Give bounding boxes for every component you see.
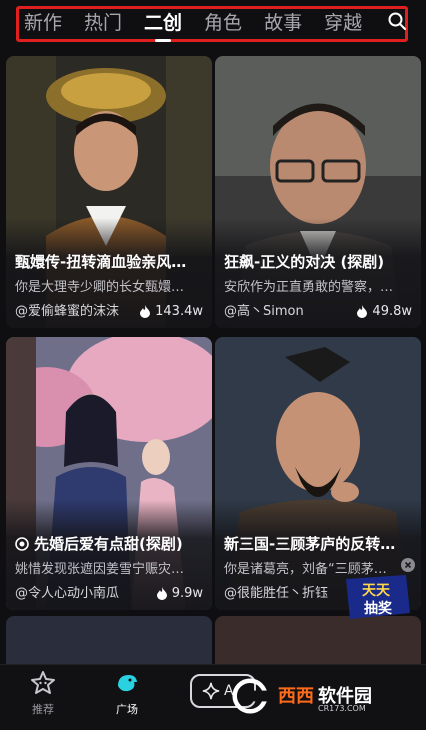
watermark-brand: 西西 [278, 686, 314, 707]
tab-time-travel[interactable]: 穿越 [324, 8, 362, 38]
promo-line1: 天天 [362, 583, 391, 599]
card-heat-count: 49.8w [372, 304, 412, 319]
tab-characters[interactable]: 角色 [204, 8, 242, 38]
top-tab-bar: 新作 热门 二创 角色 故事 穿越 [0, 0, 426, 50]
card-heat-count: 9.9w [171, 586, 203, 601]
tab-hot[interactable]: 热门 [84, 8, 122, 38]
card-heat: 143.4w [139, 304, 203, 319]
card-description: 你是大理寺少卿的长女甄嬛… [15, 280, 185, 295]
star-face-icon [31, 671, 55, 694]
card-heat: 9.9w [156, 586, 203, 601]
search-icon[interactable] [388, 12, 406, 30]
card-description: 姚惜发现张遮因姜雪宁赈灾… [15, 562, 185, 577]
card-author[interactable]: @爱偷蜂蜜的沫沫 [15, 300, 119, 319]
tab-derivative[interactable]: 二创 [144, 8, 182, 42]
card-title-text: 先婚后爱有点甜(探剧) [34, 535, 183, 553]
bird-icon [118, 675, 137, 692]
flame-icon [156, 587, 167, 600]
nav-plaza[interactable]: 广场 [92, 670, 162, 717]
watermark-logo-icon [232, 678, 268, 714]
card-title: 甄嬛传-扭转滴血验亲风… [15, 253, 187, 271]
story-card[interactable]: 新三国-三顾茅庐的反转… 你是诸葛亮，刘备“三顾茅… @很能胜任丶折钰 [215, 337, 421, 610]
card-author[interactable]: @令人心动小南瓜 [15, 582, 119, 601]
tab-stories[interactable]: 故事 [264, 8, 302, 38]
card-title: 狂飙-正义的对决 (探剧) [224, 253, 385, 271]
flame-icon [357, 305, 368, 318]
card-author[interactable]: @很能胜任丶折钰 [224, 582, 328, 601]
card-description: 安欣作为正直勇敢的警察，… [224, 280, 394, 295]
tab-new[interactable]: 新作 [24, 8, 62, 38]
promo-line2: 抽奖 [364, 600, 393, 617]
nav-plaza-label: 广场 [116, 703, 138, 716]
site-watermark: 西西 软件园 CR173.COM [232, 676, 412, 716]
lottery-promo-badge[interactable]: 天天 抽奖 [340, 573, 412, 621]
sparkle-icon [202, 682, 220, 700]
card-heat: 49.8w [356, 304, 412, 319]
story-card[interactable]: 狂飙-正义的对决 (探剧) 安欣作为正直勇敢的警察，… @高丶Simon 49.… [215, 56, 421, 328]
card-author[interactable]: @高丶Simon [224, 300, 304, 319]
card-title: 新三国-三顾茅庐的反转… [224, 535, 396, 553]
nav-recommend-label: 推荐 [32, 703, 54, 716]
story-card[interactable]: 甄嬛传-扭转滴血验亲风… 你是大理寺少卿的长女甄嬛… @爱偷蜂蜜的沫沫 143.… [6, 56, 212, 328]
target-icon [15, 536, 29, 551]
watermark-url: CR173.COM [318, 704, 366, 713]
nav-recommend[interactable]: 推荐 [8, 670, 78, 717]
flame-icon [140, 305, 151, 318]
category-tabs: 新作 热门 二创 角色 故事 穿越 [24, 8, 384, 42]
card-title: 先婚后爱有点甜(探剧) [15, 533, 203, 554]
story-card[interactable]: 先婚后爱有点甜(探剧) 姚惜发现张遮因姜雪宁赈灾… @令人心动小南瓜 9.9w [6, 337, 212, 610]
close-icon[interactable] [401, 558, 415, 572]
card-heat-count: 143.4w [155, 304, 203, 319]
